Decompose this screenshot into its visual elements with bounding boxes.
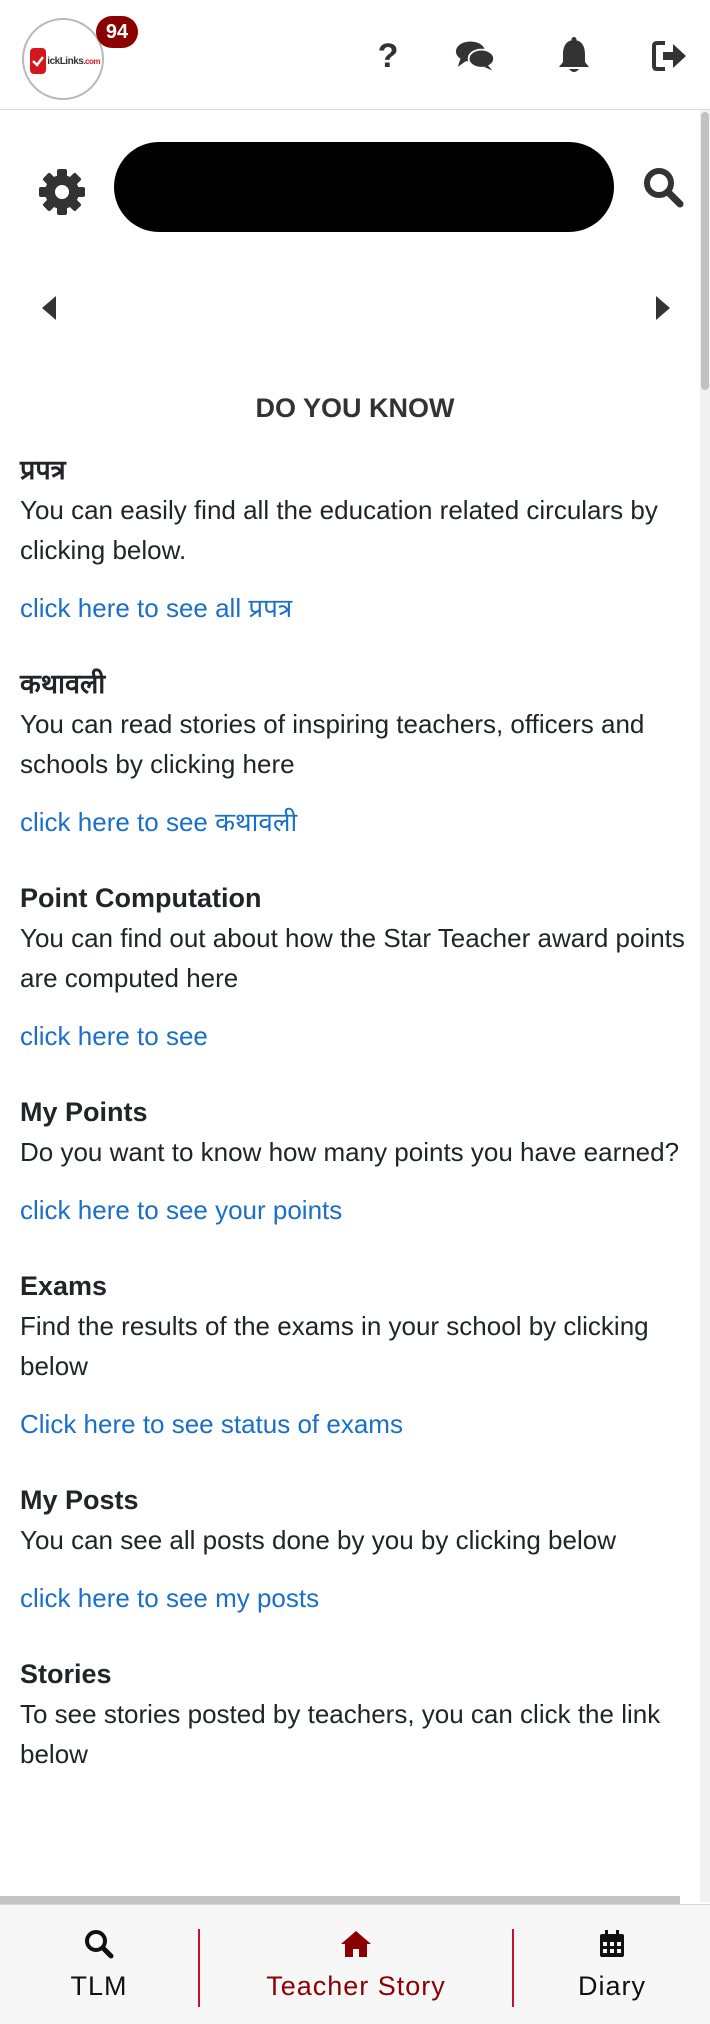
item-description: You can read stories of inspiring teache…	[20, 709, 645, 779]
notification-count-badge: 94	[96, 16, 138, 48]
logo-text-main: ickLinks	[47, 55, 84, 67]
bottom-navigation: TLM Teacher Story Diary	[0, 1904, 710, 2024]
app-logo[interactable]: ickLinks.com 94	[22, 16, 138, 100]
scrollbar-thumb[interactable]	[701, 112, 709, 390]
search-icon[interactable]	[642, 166, 684, 208]
see-exams-link[interactable]: Click here to see status of exams	[20, 1404, 403, 1444]
nav-tlm[interactable]: TLM	[0, 1905, 198, 2024]
gear-icon[interactable]	[38, 168, 86, 216]
item-title: Point Computation	[20, 883, 262, 913]
list-item-stories: Stories To see stories posted by teacher…	[20, 1654, 690, 1774]
list-item-my-posts: My Posts You can see all posts done by y…	[20, 1480, 690, 1618]
horizontal-scrollbar[interactable]	[0, 1896, 680, 1904]
logout-icon[interactable]	[650, 36, 690, 76]
item-description: Find the results of the exams in your sc…	[20, 1311, 649, 1381]
item-title: प्रपत्र	[20, 455, 66, 485]
nav-tlm-label: TLM	[70, 1970, 128, 2001]
home-icon	[341, 1930, 371, 1957]
do-you-know-list: प्रपत्र You can easily find all the educ…	[20, 450, 690, 1810]
item-title: My Posts	[20, 1485, 139, 1515]
list-item-point-computation: Point Computation You can find out about…	[20, 878, 690, 1056]
item-description: You can find out about how the Star Teac…	[20, 923, 685, 993]
see-point-computation-link[interactable]: click here to see	[20, 1016, 208, 1056]
list-item-kathavali: कथावली You can read stories of inspiring…	[20, 664, 690, 842]
search-icon	[85, 1929, 114, 1958]
search-input[interactable]	[114, 142, 614, 232]
nav-diary[interactable]: Diary	[514, 1905, 710, 2024]
list-item-exams: Exams Find the results of the exams in y…	[20, 1266, 690, 1444]
item-title: Stories	[20, 1659, 112, 1689]
nav-teacher-story[interactable]: Teacher Story	[200, 1905, 512, 2024]
item-description: You can see all posts done by you by cli…	[20, 1525, 616, 1555]
see-my-points-link[interactable]: click here to see your points	[20, 1190, 342, 1230]
list-item-my-points: My Points Do you want to know how many p…	[20, 1092, 690, 1230]
caret-left-icon[interactable]	[38, 292, 62, 324]
caret-right-icon[interactable]	[650, 292, 674, 324]
item-description: To see stories posted by teachers, you c…	[20, 1699, 661, 1769]
top-header: ickLinks.com 94 ?	[0, 0, 710, 110]
logo-text: ickLinks.com	[47, 56, 100, 67]
see-kathavali-link[interactable]: click here to see कथावली	[20, 802, 297, 842]
item-description: You can easily find all the education re…	[20, 495, 658, 565]
help-icon[interactable]: ?	[368, 36, 408, 76]
item-title: Exams	[20, 1271, 108, 1301]
see-my-posts-link[interactable]: click here to see my posts	[20, 1578, 319, 1618]
nav-teacher-story-label: Teacher Story	[266, 1970, 446, 2001]
nav-diary-label: Diary	[577, 1970, 646, 2001]
see-circulars-link[interactable]: click here to see all प्रपत्र	[20, 588, 292, 628]
calendar-icon	[600, 1929, 624, 1957]
list-item-circulars: प्रपत्र You can easily find all the educ…	[20, 450, 690, 628]
item-description: Do you want to know how many points you …	[20, 1137, 680, 1167]
item-title: My Points	[20, 1097, 148, 1127]
check-logo-icon	[30, 48, 47, 74]
bell-icon[interactable]	[554, 36, 594, 76]
logo-mark: ickLinks.com	[30, 46, 100, 76]
logo-text-suffix: .com	[83, 56, 100, 66]
section-heading: DO YOU KNOW	[255, 393, 455, 423]
item-title: कथावली	[20, 669, 106, 699]
chat-icon[interactable]	[455, 36, 495, 76]
